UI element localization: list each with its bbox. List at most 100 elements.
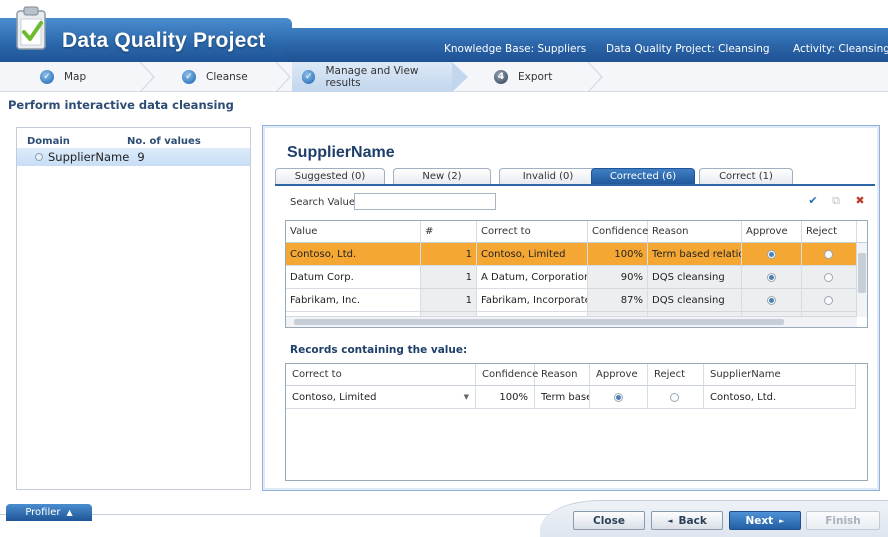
chevron-up-icon: ▲ (66, 508, 73, 517)
step-manage-view-results[interactable]: ✓ Manage and View results (292, 62, 452, 92)
horizontal-scrollbar[interactable] (286, 316, 857, 327)
col-correct-to[interactable]: Correct to (477, 221, 588, 243)
table-row[interactable]: Fabrikam, Inc. 1 Fabrikam, Incorporated … (286, 289, 857, 312)
chevron-right-icon (452, 62, 468, 92)
chevron-right-icon (275, 62, 291, 92)
chevron-left-icon: ◄ (667, 516, 673, 525)
domain-row-suppliername[interactable]: SupplierName 9 (17, 148, 250, 166)
cell-correct-to-dropdown[interactable]: Contoso, Limited ▼ (286, 386, 476, 409)
cell-confidence: 100% (588, 243, 648, 266)
table-row[interactable]: Datum Corp. 1 A Datum, Corporation 90% D… (286, 266, 857, 289)
cell-approve (742, 289, 802, 312)
cell-correct-to: Contoso, Limited (292, 392, 377, 403)
col-reject[interactable]: Reject (648, 364, 704, 386)
tab-new[interactable]: New (2) (393, 168, 491, 184)
records-grid: Correct to Confidence Reason Approve Rej… (285, 363, 868, 481)
approve-all-icon[interactable]: ✔ (806, 194, 820, 208)
cell-reject (648, 386, 704, 409)
col-confidence[interactable]: Confidence (588, 221, 648, 243)
dropdown-arrow-icon: ▼ (463, 393, 469, 401)
col-reject[interactable]: Reject (802, 221, 857, 243)
approve-radio[interactable] (767, 296, 776, 305)
project-label: Data Quality Project: Cleansing (606, 43, 770, 55)
delete-icon[interactable]: ✖ (853, 194, 867, 208)
domain-column-header: Domain (27, 136, 70, 147)
reject-radio[interactable] (824, 250, 833, 259)
cell-reject (802, 243, 857, 266)
vertical-scrollbar[interactable] (856, 243, 867, 317)
step-label: Map (64, 71, 87, 83)
cell-approve (742, 243, 802, 266)
tab-suggested[interactable]: Suggested (0) (275, 168, 385, 184)
cell-correct-to[interactable]: Contoso, Limited (477, 243, 588, 266)
col-approve[interactable]: Approve (590, 364, 648, 386)
values-column-header: No. of values (127, 136, 201, 147)
check-icon: ✓ (302, 70, 316, 84)
activity-label: Activity: Cleansing (793, 43, 888, 55)
cell-reason: Term basec (535, 386, 590, 409)
reject-all-icon[interactable]: ⧉ (829, 194, 843, 208)
scroll-thumb[interactable] (858, 253, 866, 293)
approve-radio[interactable] (767, 250, 776, 259)
cell-approve (590, 386, 648, 409)
cell-confidence: 87% (588, 289, 648, 312)
back-button[interactable]: ◄ Back (651, 511, 723, 530)
step-label: Export (518, 71, 553, 83)
cell-records: 1 (421, 289, 477, 312)
finish-button[interactable]: Finish (806, 511, 880, 530)
check-icon: ✓ (40, 70, 54, 84)
chevron-right-icon (139, 62, 155, 92)
cell-approve (742, 266, 802, 289)
tab-invalid[interactable]: Invalid (0) (499, 168, 597, 184)
reject-radio[interactable] (824, 273, 833, 282)
cell-reject (802, 266, 857, 289)
col-value[interactable]: Value (286, 221, 421, 243)
chevron-right-icon (587, 62, 603, 92)
col-reason[interactable]: Reason (535, 364, 590, 386)
search-value-input[interactable] (354, 193, 496, 210)
tab-correct[interactable]: Correct (1) (699, 168, 793, 184)
table-row[interactable]: Contoso, Ltd. 1 Contoso, Limited 100% Te… (286, 243, 857, 266)
cell-suppliername: Contoso, Ltd. (704, 386, 856, 409)
cell-correct-to[interactable]: A Datum, Corporation (477, 266, 588, 289)
step-map[interactable]: ✓ Map (40, 62, 150, 92)
scroll-thumb[interactable] (294, 319, 784, 325)
reject-radio[interactable] (824, 296, 833, 305)
close-button[interactable]: Close (573, 511, 645, 530)
back-label: Back (678, 514, 707, 527)
finish-label: Finish (825, 514, 861, 527)
values-grid: Value # Records Correct to Confidence Re… (285, 220, 868, 328)
cell-reason: DQS cleansing (648, 266, 742, 289)
profiler-label: Profiler (25, 507, 61, 518)
col-reason[interactable]: Reason (648, 221, 742, 243)
footer-bar: Profiler ▲ Close ◄ Back Next ► Finish (0, 500, 888, 537)
approve-radio[interactable] (614, 393, 623, 402)
step-label: Cleanse (206, 71, 248, 83)
domain-status-icon (35, 153, 43, 161)
col-confidence[interactable]: Confidence (476, 364, 538, 386)
reject-radio[interactable] (670, 393, 679, 402)
result-tabs: Suggested (0) New (2) Invalid (0) Correc… (275, 168, 875, 184)
wizard-steps: ✓ Map ✓ Cleanse ✓ Manage and View result… (0, 62, 888, 92)
col-correct-to[interactable]: Correct to (286, 364, 476, 386)
results-panel: SupplierName Suggested (0) New (2) Inval… (262, 125, 880, 491)
app-title: Data Quality Project (62, 29, 266, 52)
cell-records: 1 (421, 266, 477, 289)
cell-correct-to[interactable]: Fabrikam, Incorporated (477, 289, 588, 312)
cell-value: Datum Corp. (286, 266, 421, 289)
cell-reason: Term based relation (648, 243, 742, 266)
cell-confidence: 100% (476, 386, 535, 409)
cell-reason: DQS cleansing (648, 289, 742, 312)
domain-value-count: 9 (137, 150, 145, 164)
approve-radio[interactable] (767, 273, 776, 282)
check-icon: ✓ (182, 70, 196, 84)
tab-corrected[interactable]: Corrected (6) (591, 168, 695, 184)
next-button[interactable]: Next ► (729, 511, 801, 530)
cell-value: Fabrikam, Inc. (286, 289, 421, 312)
col-suppliername[interactable]: SupplierName (704, 364, 856, 386)
col-approve[interactable]: Approve (742, 221, 802, 243)
next-label: Next (745, 514, 774, 527)
profiler-tab[interactable]: Profiler ▲ (6, 504, 92, 521)
col-records[interactable]: # Records (421, 221, 477, 259)
domain-name: SupplierName (48, 150, 130, 164)
